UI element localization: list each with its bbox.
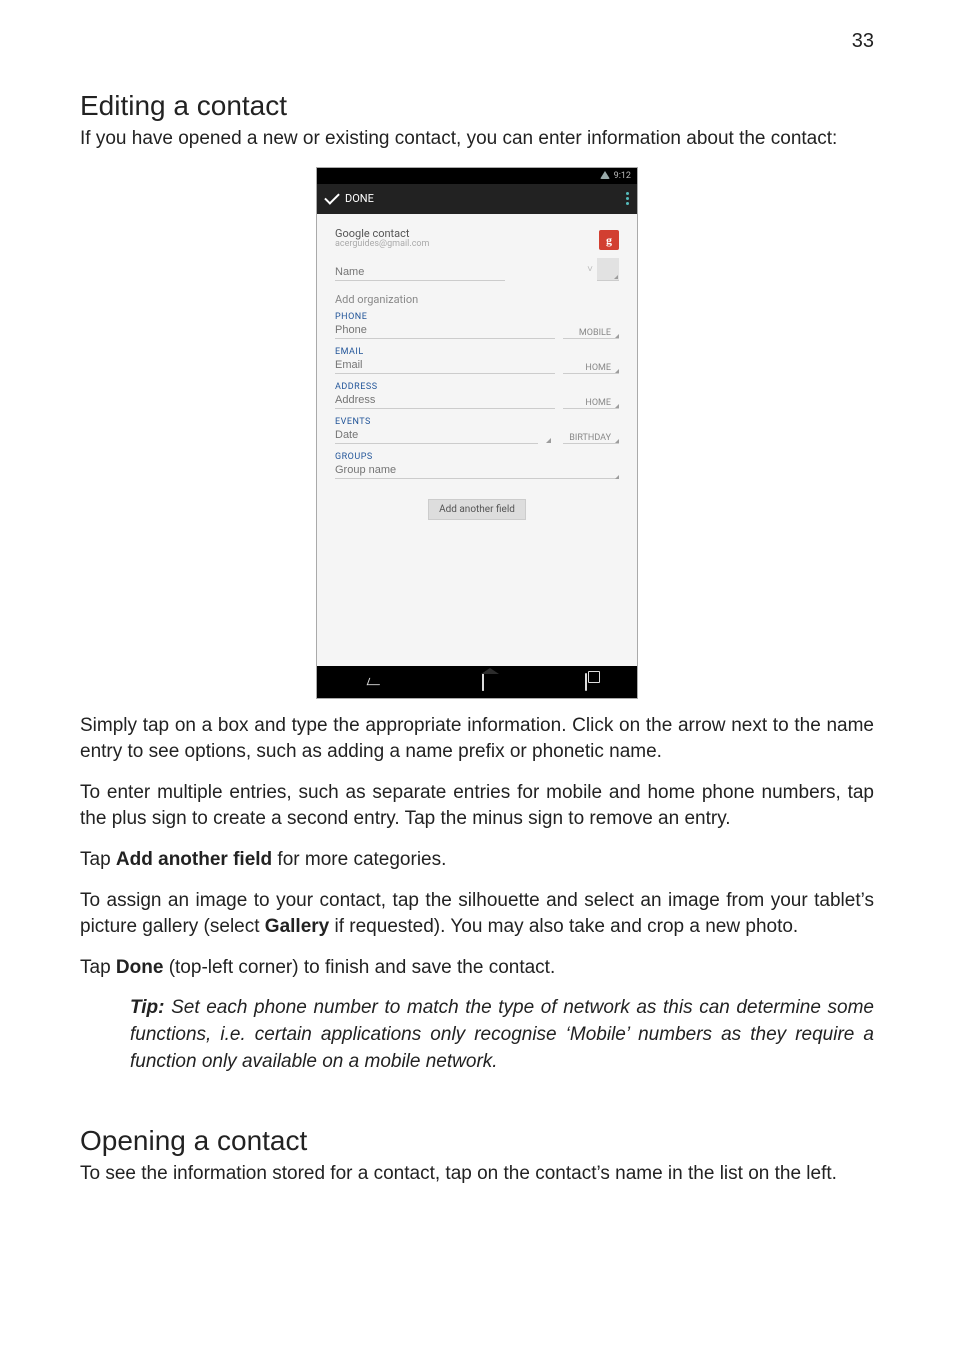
add-another-field-button[interactable]: Add another field: [428, 499, 526, 520]
contact-photo-placeholder[interactable]: [597, 258, 619, 281]
status-bar: 9:12: [317, 168, 637, 184]
heading-editing: Editing a contact: [80, 90, 874, 122]
address-field[interactable]: [335, 392, 555, 409]
name-row: ˅: [335, 258, 619, 281]
overflow-icon[interactable]: [626, 192, 629, 205]
email-field[interactable]: [335, 357, 555, 374]
page-number: 33: [852, 30, 874, 53]
section-address: ADDRESS: [335, 382, 619, 392]
phone-field[interactable]: [335, 322, 555, 339]
android-screenshot: 9:12 DONE Google contact acerguides@gmai…: [316, 167, 638, 699]
opening-body: To see the information stored for a cont…: [80, 1161, 874, 1188]
wifi-icon: [600, 171, 614, 181]
contact-form: Google contact acerguides@gmail.com g ˅ …: [317, 214, 637, 666]
date-field[interactable]: [335, 427, 538, 444]
status-time: 9:12: [614, 171, 631, 181]
section-groups: GROUPS: [335, 452, 619, 462]
chevron-down-icon[interactable]: ˅: [587, 264, 593, 275]
date-type-selector[interactable]: BIRTHDAY: [563, 433, 619, 444]
done-button[interactable]: DONE: [325, 192, 374, 205]
name-field[interactable]: [335, 264, 505, 281]
google-icon: g: [599, 230, 619, 250]
check-icon: [324, 189, 340, 205]
recent-apps-icon[interactable]: [585, 674, 587, 690]
home-icon[interactable]: [482, 674, 484, 690]
account-email: acerguides@gmail.com: [335, 240, 429, 250]
section-phone: PHONE: [335, 312, 619, 322]
editing-p3: Tap Add another field for more categorie…: [80, 847, 874, 874]
nav-bar: [317, 666, 637, 698]
heading-opening: Opening a contact: [80, 1125, 874, 1157]
editing-p2: To enter multiple entries, such as separ…: [80, 780, 874, 833]
account-row: Google contact acerguides@gmail.com g: [335, 228, 619, 250]
screenshot-container: 9:12 DONE Google contact acerguides@gmai…: [80, 167, 874, 699]
date-picker-icon[interactable]: [546, 438, 551, 443]
editing-p4: To assign an image to your contact, tap …: [80, 888, 874, 941]
group-dropdown-icon[interactable]: [615, 475, 619, 479]
email-type-selector[interactable]: HOME: [563, 363, 619, 374]
add-organization[interactable]: Add organization: [335, 293, 619, 306]
account-type: Google contact: [335, 228, 429, 240]
section-events: EVENTS: [335, 417, 619, 427]
section-email: EMAIL: [335, 347, 619, 357]
editing-tip: Tip: Set each phone number to match the …: [130, 995, 874, 1075]
editing-intro: If you have opened a new or existing con…: [80, 126, 874, 153]
editing-p5: Tap Done (top-left corner) to finish and…: [80, 955, 874, 982]
address-type-selector[interactable]: HOME: [563, 398, 619, 409]
editing-p1: Simply tap on a box and type the appropr…: [80, 713, 874, 766]
group-name-field[interactable]: [335, 462, 619, 479]
back-icon[interactable]: [368, 674, 381, 690]
phone-type-selector[interactable]: MOBILE: [563, 328, 619, 339]
action-bar: DONE: [317, 184, 637, 214]
done-label: DONE: [345, 192, 374, 205]
